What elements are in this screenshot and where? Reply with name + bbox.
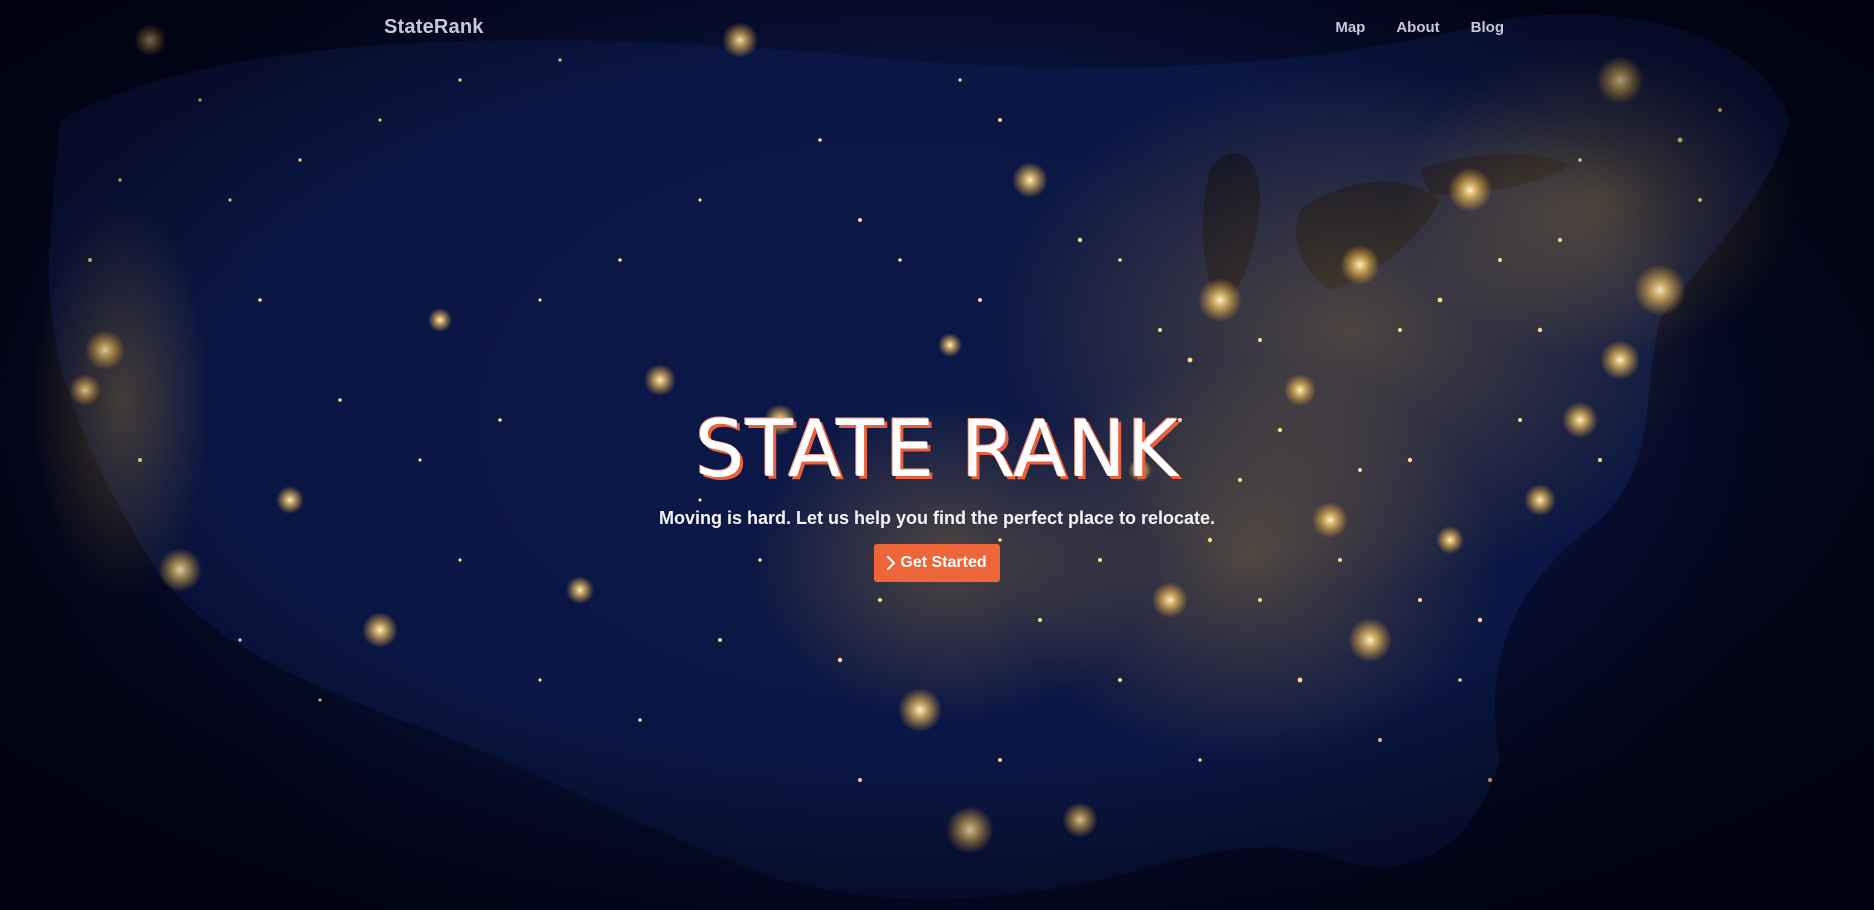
nav-link-about[interactable]: About [1396,19,1439,36]
get-started-label: Get Started [900,554,987,571]
nav-link-blog[interactable]: Blog [1471,19,1504,36]
nav-links: Map About Blog [1304,19,1504,36]
landing-page: StateRank Map About Blog STATE RANK Movi… [0,0,1874,910]
hero-subtitle: Moving is hard. Let us help you find the… [658,508,1216,528]
get-started-button[interactable]: Get Started [874,544,1000,582]
hero-title: STATE RANK [694,405,1180,495]
nav-link-map[interactable]: Map [1335,19,1365,36]
chevron-right-icon [887,556,896,570]
brand-logo-link[interactable]: StateRank [384,16,484,39]
hero-section: STATE RANK Moving is hard. Let us help y… [0,400,1874,582]
navbar: StateRank Map About Blog [0,0,1874,56]
